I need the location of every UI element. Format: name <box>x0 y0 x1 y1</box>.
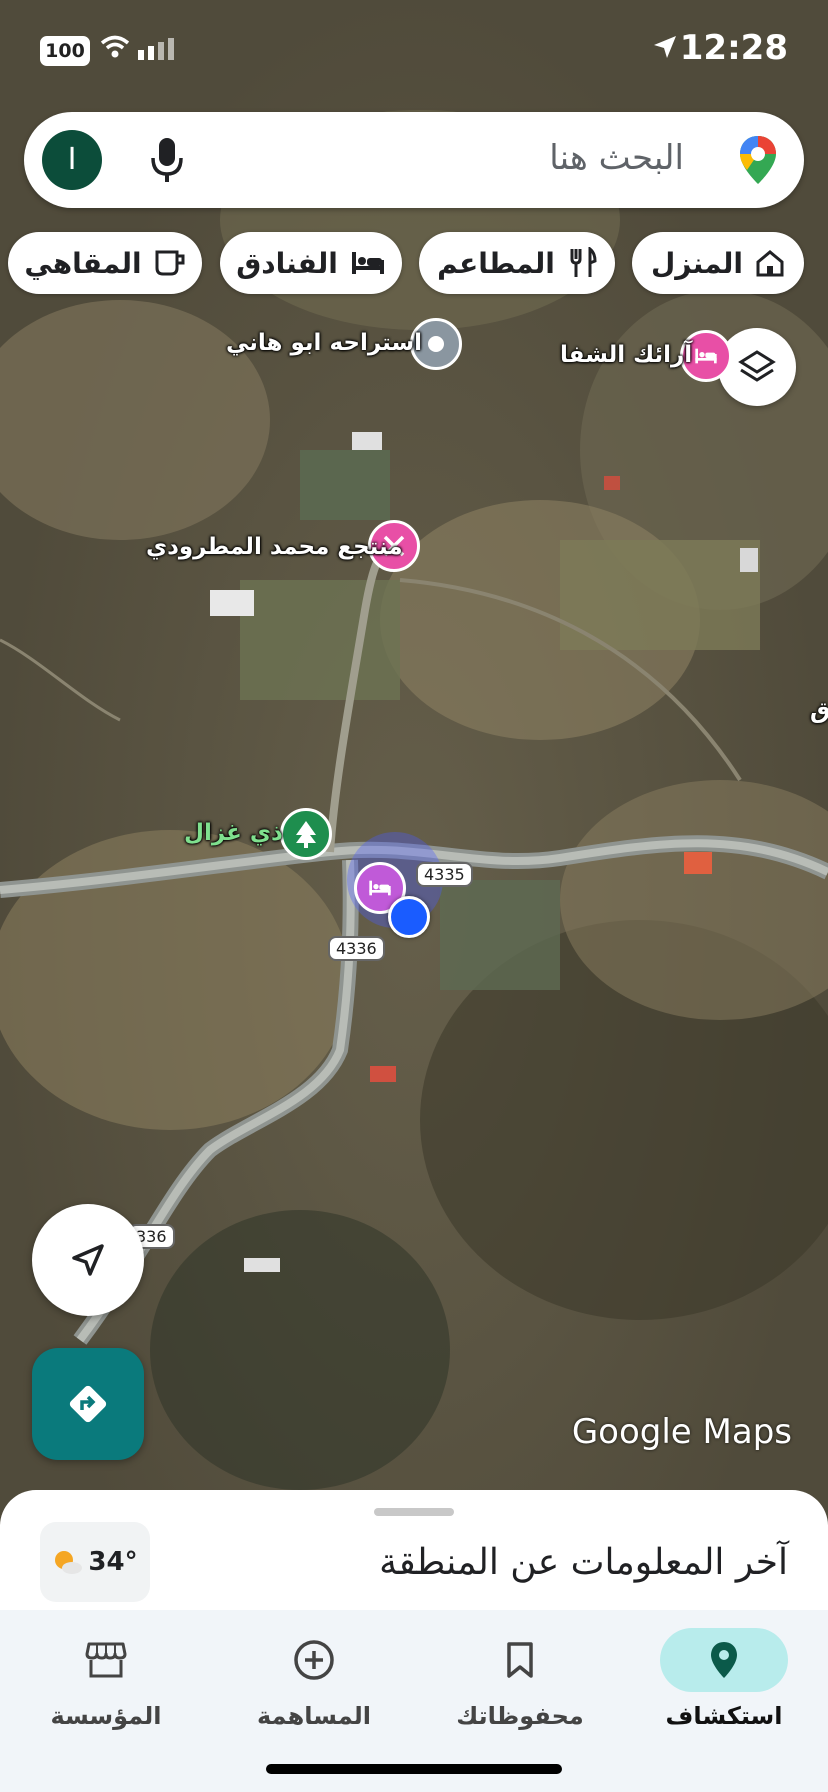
chip-hotels[interactable]: الفنادق <box>220 232 402 294</box>
chip-label: الفنادق <box>236 246 338 280</box>
tab-icon-wrap <box>660 1628 788 1692</box>
my-location-button[interactable] <box>32 1204 144 1316</box>
add-circle-icon <box>294 1640 334 1680</box>
directions-button[interactable] <box>32 1348 144 1460</box>
tab-business[interactable]: المؤسسة <box>16 1620 196 1740</box>
chip-restaurants[interactable]: المطاعم <box>419 232 615 294</box>
road-shield: 4335 <box>416 862 473 887</box>
home-icon <box>756 250 784 277</box>
tab-label: استكشاف <box>665 1702 783 1730</box>
tab-icon-wrap <box>224 1628 404 1692</box>
location-arrow-icon <box>654 36 676 58</box>
chip-label: المطاعم <box>437 246 555 280</box>
sheet-title: آخر المعلومات عن المنطقة <box>379 1542 788 1583</box>
place-label-dhi-ghazal[interactable]: ذي غزال <box>184 820 283 846</box>
search-input[interactable]: البحث هنا <box>549 138 684 178</box>
chip-label: المنزل <box>650 246 744 280</box>
map-layers-button[interactable] <box>718 328 796 406</box>
tab-label: المساهمة <box>256 1702 372 1730</box>
partly-cloudy-icon <box>55 1551 83 1574</box>
sheet-drag-handle[interactable] <box>374 1508 454 1516</box>
search-bar[interactable]: I البحث هنا <box>24 112 804 208</box>
status-time: 12:28 <box>679 28 788 68</box>
chip-label: المقاهي <box>24 246 142 280</box>
road-shield: 4336 <box>328 936 385 961</box>
avatar[interactable]: I <box>42 130 102 190</box>
pin-dot-icon <box>428 336 444 352</box>
wifi-icon <box>100 35 130 58</box>
store-icon <box>85 1642 127 1678</box>
chip-home[interactable]: المنزل <box>632 232 804 294</box>
battery-indicator: 100 <box>40 36 90 66</box>
cellular-signal-icon <box>138 38 174 60</box>
place-label-araek-alshafa[interactable]: آرائك الشفا <box>560 342 692 368</box>
tab-icon-wrap <box>16 1628 196 1692</box>
place-pin-park[interactable] <box>280 808 332 860</box>
tab-label: محفوظاتك <box>456 1702 584 1730</box>
bookmark-icon <box>507 1642 533 1678</box>
tab-saved[interactable]: محفوظاتك <box>430 1620 610 1740</box>
status-bar: 100 12:28 <box>0 0 828 100</box>
layers-icon <box>738 350 776 382</box>
cafe-icon <box>155 250 185 276</box>
tab-label: المؤسسة <box>50 1702 162 1730</box>
tree-icon <box>296 821 316 848</box>
google-maps-attribution: Google Maps <box>571 1412 792 1452</box>
hotel-icon <box>369 880 391 896</box>
directions-icon <box>69 1385 107 1423</box>
place-label-abu-hani[interactable]: استراحه ابو هاني <box>226 330 422 356</box>
explore-pin-icon <box>711 1642 737 1678</box>
place-label-resort[interactable]: منتجع محمد المطرودي <box>146 534 403 560</box>
navigation-arrow-icon <box>72 1244 104 1276</box>
tab-explore[interactable]: استكشاف <box>634 1620 814 1740</box>
place-label-partial: ق <box>810 698 828 724</box>
temperature: 34° <box>88 1547 138 1577</box>
chip-cafes[interactable]: المقاهي <box>8 232 202 294</box>
current-location-dot <box>388 896 430 938</box>
hotel-icon <box>695 348 717 364</box>
bottom-sheet[interactable]: 34° آخر المعلومات عن المنطقة <box>0 1490 828 1610</box>
google-maps-logo-icon <box>740 136 776 184</box>
tab-contribute[interactable]: المساهمة <box>224 1620 404 1740</box>
home-indicator <box>266 1764 562 1774</box>
microphone-icon[interactable] <box>150 136 184 184</box>
weather-chip[interactable]: 34° <box>40 1522 150 1602</box>
restaurant-icon <box>570 247 597 277</box>
tab-icon-wrap <box>430 1628 610 1692</box>
hotel-icon <box>351 252 384 274</box>
